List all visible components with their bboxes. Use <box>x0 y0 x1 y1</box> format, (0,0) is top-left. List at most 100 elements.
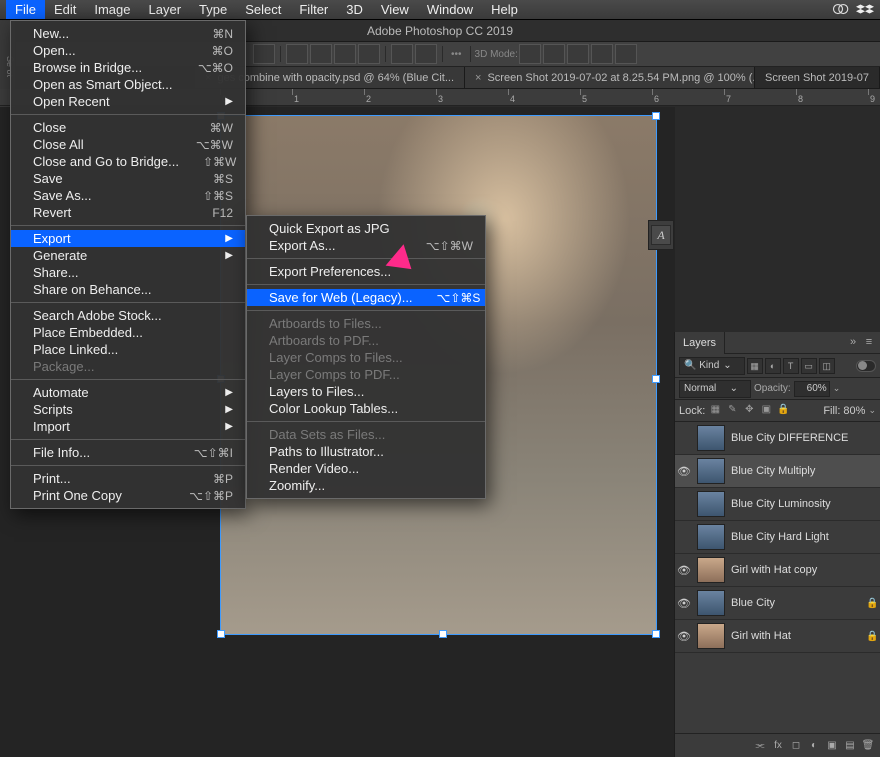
document-tab[interactable]: Screen Shot 2019-07 <box>755 67 880 88</box>
transform-handle[interactable] <box>652 375 660 383</box>
opt-3d-slot[interactable] <box>543 44 565 64</box>
chevron-down-icon[interactable]: ⌄ <box>833 383 841 394</box>
layer-thumbnail[interactable] <box>697 590 725 616</box>
opt-slot[interactable] <box>358 44 380 64</box>
layer-thumbnail[interactable] <box>697 524 725 550</box>
menu-item[interactable]: Open Recent▶ <box>11 93 245 110</box>
layer-row[interactable]: 👁Girl with Hat copy <box>675 554 880 587</box>
menu-item[interactable]: Zoomify... <box>247 477 485 494</box>
layer-row[interactable]: Blue City Luminosity <box>675 488 880 521</box>
blend-mode-select[interactable]: Normal⌄ <box>679 380 751 398</box>
lock-position-icon[interactable]: ✥ <box>742 404 756 418</box>
filter-adjust-icon[interactable]: ◐ <box>765 358 781 374</box>
menu-file[interactable]: File <box>6 0 45 19</box>
opt-slot[interactable] <box>415 44 437 64</box>
menu-window[interactable]: Window <box>418 0 482 19</box>
fill-value[interactable]: 80% <box>843 405 865 417</box>
lock-all-icon[interactable]: 🔒 <box>776 404 790 418</box>
menu-item[interactable]: Close⌘W <box>11 119 245 136</box>
filter-smart-icon[interactable]: ◫ <box>819 358 835 374</box>
opt-3d-slot[interactable] <box>615 44 637 64</box>
panel-tab-layers[interactable]: Layers <box>675 332 725 354</box>
new-layer-icon[interactable]: ▤ <box>842 738 858 754</box>
menu-item[interactable]: Import▶ <box>11 418 245 435</box>
menu-item[interactable]: Render Video... <box>247 460 485 477</box>
layer-mask-icon[interactable]: ◻ <box>788 738 804 754</box>
filter-shape-icon[interactable]: ▭ <box>801 358 817 374</box>
delete-layer-icon[interactable]: 🗑 <box>860 738 876 754</box>
menu-edit[interactable]: Edit <box>45 0 85 19</box>
lock-transparency-icon[interactable]: ▦ <box>708 404 722 418</box>
filter-pixel-icon[interactable]: ▦ <box>747 358 763 374</box>
opt-3d-slot[interactable] <box>591 44 613 64</box>
lock-artboard-icon[interactable]: ▣ <box>759 404 773 418</box>
menu-item[interactable]: Scripts▶ <box>11 401 245 418</box>
menu-item[interactable]: Paths to Illustrator... <box>247 443 485 460</box>
menu-item[interactable]: Save As...⇧⌘S <box>11 187 245 204</box>
menu-item[interactable]: Layers to Files... <box>247 383 485 400</box>
visibility-icon[interactable]: 👁 <box>677 564 691 577</box>
menu-item[interactable]: Browse in Bridge...⌥⌘O <box>11 59 245 76</box>
menu-item[interactable]: Open as Smart Object... <box>11 76 245 93</box>
layer-row[interactable]: Blue City Hard Light <box>675 521 880 554</box>
menu-item[interactable]: Close and Go to Bridge...⇧⌘W <box>11 153 245 170</box>
visibility-icon[interactable]: 👁 <box>677 465 691 478</box>
menu-item[interactable]: RevertF12 <box>11 204 245 221</box>
opacity-value[interactable]: 60% <box>794 381 830 397</box>
menu-item[interactable]: Export As...⌥⇧⌘W <box>247 237 485 254</box>
layer-thumbnail[interactable] <box>697 458 725 484</box>
menu-item[interactable]: Place Embedded... <box>11 324 245 341</box>
opt-slot[interactable] <box>334 44 356 64</box>
menu-item[interactable]: Generate▶ <box>11 247 245 264</box>
opt-3d-slot[interactable] <box>519 44 541 64</box>
menu-view[interactable]: View <box>372 0 418 19</box>
menu-item[interactable]: Automate▶ <box>11 384 245 401</box>
menu-item[interactable]: Color Lookup Tables... <box>247 400 485 417</box>
opt-more[interactable]: ••• <box>451 49 462 60</box>
menu-item[interactable]: Share on Behance... <box>11 281 245 298</box>
visibility-icon[interactable]: 👁 <box>677 630 691 643</box>
menu-item[interactable]: Export Preferences... <box>247 263 485 280</box>
layer-thumbnail[interactable] <box>697 425 725 451</box>
group-icon[interactable]: ▣ <box>824 738 840 754</box>
opt-slot[interactable] <box>286 44 308 64</box>
menu-item[interactable]: Print One Copy⌥⇧⌘P <box>11 487 245 504</box>
link-layers-icon[interactable]: ⫘ <box>752 738 768 754</box>
visibility-icon[interactable]: 👁 <box>677 597 691 610</box>
layer-row[interactable]: Blue City DIFFERENCE <box>675 422 880 455</box>
layer-row[interactable]: 👁Blue City Multiply <box>675 455 880 488</box>
panel-collapse-icon[interactable]: » <box>846 336 860 350</box>
transform-handle[interactable] <box>217 630 225 638</box>
layer-fx-icon[interactable]: fx <box>770 738 786 754</box>
menu-item[interactable]: Share... <box>11 264 245 281</box>
menu-item[interactable]: Close All⌥⌘W <box>11 136 245 153</box>
menu-item[interactable]: Export▶ <box>11 230 245 247</box>
menu-3d[interactable]: 3D <box>337 0 372 19</box>
layer-thumbnail[interactable] <box>697 623 725 649</box>
filter-toggle[interactable] <box>856 360 876 372</box>
layer-thumbnail[interactable] <box>697 557 725 583</box>
menu-item[interactable]: File Info...⌥⇧⌘I <box>11 444 245 461</box>
menu-item[interactable]: Print...⌘P <box>11 470 245 487</box>
menu-layer[interactable]: Layer <box>140 0 191 19</box>
creative-cloud-icon[interactable] <box>832 3 850 17</box>
panel-menu-icon[interactable]: ≡ <box>862 336 876 350</box>
layer-thumbnail[interactable] <box>697 491 725 517</box>
menu-item[interactable]: Quick Export as JPG <box>247 220 485 237</box>
menu-image[interactable]: Image <box>85 0 139 19</box>
dropbox-icon[interactable] <box>856 3 874 17</box>
lock-pixels-icon[interactable]: ✎ <box>725 404 739 418</box>
type-tool-icon[interactable]: A <box>651 225 671 245</box>
transform-handle[interactable] <box>439 630 447 638</box>
menu-item[interactable]: Search Adobe Stock... <box>11 307 245 324</box>
menu-item[interactable]: Place Linked... <box>11 341 245 358</box>
opt-slot[interactable] <box>310 44 332 64</box>
opt-3d-slot[interactable] <box>567 44 589 64</box>
document-tab[interactable]: ×Screen Shot 2019-07-02 at 8.25.54 PM.pn… <box>465 67 755 88</box>
menu-select[interactable]: Select <box>236 0 290 19</box>
menu-item[interactable]: Save for Web (Legacy)...⌥⇧⌘S <box>247 289 485 306</box>
menu-item[interactable]: Save⌘S <box>11 170 245 187</box>
chevron-down-icon[interactable]: ⌄ <box>868 405 876 416</box>
adjustment-layer-icon[interactable]: ◐ <box>806 738 822 754</box>
transform-handle[interactable] <box>652 112 660 120</box>
